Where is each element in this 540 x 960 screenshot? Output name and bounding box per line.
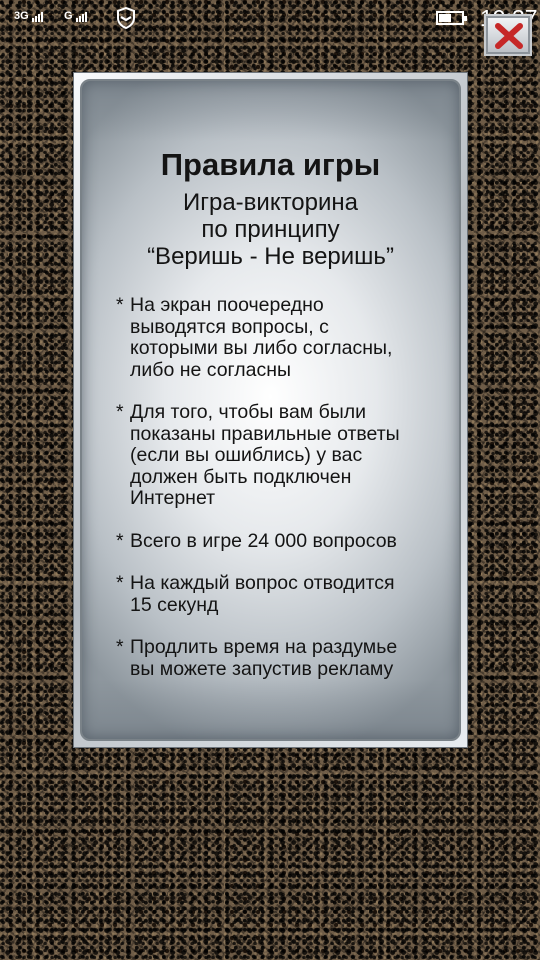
- battery-level: [439, 14, 451, 22]
- rule-bullet: *: [116, 294, 124, 316]
- close-x-icon: [495, 23, 523, 49]
- sim1-network-label: 3G: [14, 10, 29, 22]
- rule-text-line: вы можете запустив рекламу: [130, 657, 394, 680]
- rule-text-line: (если вы ошиблись) у вас: [130, 444, 363, 466]
- rule-text-line: выводятся вопросы, с: [130, 315, 329, 338]
- rules-card-frame: Правила игры Игра-викторина по принципу …: [73, 72, 468, 748]
- rule-text-line: показаны правильные ответы: [130, 422, 400, 445]
- rule-text-line: которыми вы либо согласны,: [130, 337, 393, 359]
- signal-icon: [75, 12, 87, 22]
- subtitle-line: “Веришь - Не веришь”: [147, 243, 394, 270]
- subtitle-line: Игра-викторина: [182, 189, 359, 216]
- battery-icon: [436, 11, 467, 25]
- rule-item: * Всего в игре 24 000 вопросов: [116, 529, 445, 553]
- rule-text-line: должен быть подключен: [130, 465, 352, 488]
- signal-icon: [31, 12, 43, 22]
- rule-text-line: Интернет: [130, 487, 216, 509]
- shield-icon: [117, 7, 135, 29]
- sim2-network-label: G: [64, 10, 73, 22]
- rules-list: * На экран поочередно выводятся вопросы, с…: [116, 294, 445, 701]
- close-button[interactable]: [484, 14, 532, 56]
- sim2-signal: G: [64, 10, 87, 22]
- rule-text-line: либо не согласны: [130, 358, 291, 381]
- sim1-signal: 3G: [14, 10, 43, 22]
- rule-text-line: Продлить время на раздумье: [130, 636, 398, 658]
- rules-card: Правила игры Игра-викторина по принципу …: [80, 79, 461, 741]
- rules-subtitle: Игра-викторина по принципу “Веришь - Не …: [82, 189, 459, 270]
- rule-text-line: На экран поочередно: [130, 294, 324, 316]
- status-bar: 3G G 19:37: [0, 0, 540, 38]
- rule-bullet: *: [116, 572, 124, 594]
- rule-bullet: *: [116, 529, 124, 552]
- rule-item: * Для того, чтобы вам были показаны правил…: [116, 401, 445, 510]
- rule-text-line: На каждый вопрос отводится: [130, 572, 395, 594]
- rule-text-line: 15 секунд: [130, 593, 219, 616]
- rule-text-line: Для того, чтобы вам были: [130, 401, 367, 423]
- rule-item: * На экран поочередно выводятся вопросы, с…: [116, 294, 445, 381]
- subtitle-line: по принципу: [201, 216, 340, 243]
- rules-title: Правила игры: [160, 147, 381, 182]
- rule-item: * Продлить время на раздумье вы можете зап…: [116, 636, 445, 680]
- rule-bullet: *: [116, 401, 124, 423]
- rule-text-line: Всего в игре 24 000 вопросов: [130, 529, 397, 552]
- rule-bullet: *: [116, 636, 124, 658]
- rule-item: * На каждый вопрос отводится 15 секунд: [116, 572, 445, 616]
